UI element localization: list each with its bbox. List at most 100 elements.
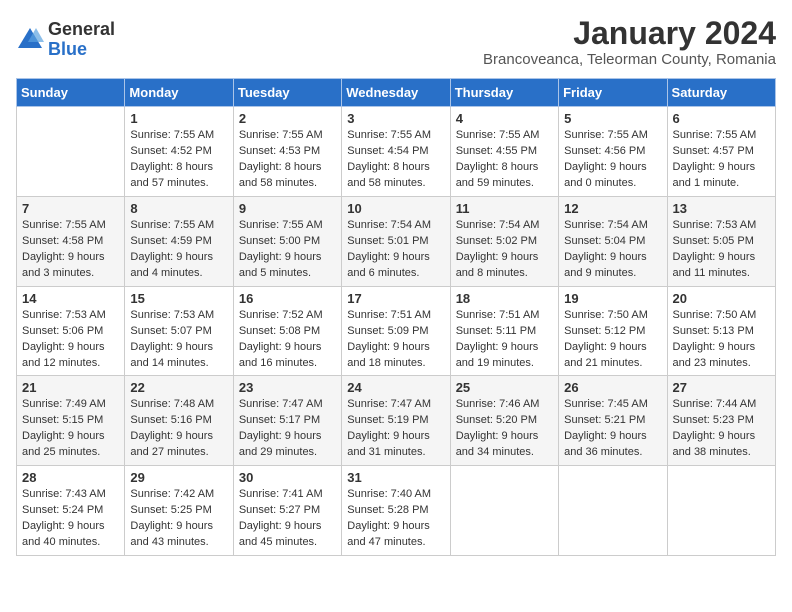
weekday-header-row: SundayMondayTuesdayWednesdayThursdayFrid… (17, 79, 776, 107)
page-header: General Blue January 2024 Brancoveanca, … (16, 16, 776, 68)
calendar-cell: 20Sunrise: 7:50 AM Sunset: 5:13 PM Dayli… (667, 286, 775, 376)
day-info: Sunrise: 7:44 AM Sunset: 5:23 PM Dayligh… (673, 397, 770, 461)
calendar-cell: 12 Sunrise: 7:54 AM Sunset: 5:04 PM Dayli… (559, 196, 667, 286)
calendar-cell: 10 Sunrise: 7:54 AM Sunset: 5:01 PM Dayli… (342, 196, 450, 286)
day-number: 14 (22, 291, 119, 306)
day-number: 21 (22, 380, 119, 395)
day-info: Sunrise: 7:51 AM Sunset: 5:09 PM Dayligh… (347, 308, 444, 372)
calendar-cell: 8 Sunrise: 7:55 AM Sunset: 4:59 PM Daylig… (125, 196, 233, 286)
day-number: 10 (347, 201, 444, 216)
day-info: Sunrise: 7:48 AM Sunset: 5:16 PM Dayligh… (130, 397, 227, 461)
calendar-cell (667, 466, 775, 556)
day-info: Sunrise: 7:55 AM Sunset: 4:52 PM Dayligh… (130, 128, 227, 192)
day-number: 27 (673, 380, 770, 395)
week-row-2: 7Sunrise: 7:55 AM Sunset: 4:58 PM Daylig… (17, 196, 776, 286)
calendar-cell: 28Sunrise: 7:43 AM Sunset: 5:24 PM Dayli… (17, 466, 125, 556)
day-number: 17 (347, 291, 444, 306)
calendar-cell: 25 Sunrise: 7:46 AM Sunset: 5:20 PM Dayli… (450, 376, 558, 466)
logo-blue-text: Blue (48, 40, 115, 60)
day-info: Sunrise: 7:41 AM Sunset: 5:27 PM Dayligh… (239, 487, 336, 551)
day-number: 30 (239, 470, 336, 485)
calendar-cell: 23 Sunrise: 7:47 AM Sunset: 5:17 PM Dayli… (233, 376, 341, 466)
weekday-header-tuesday: Tuesday (233, 79, 341, 107)
weekday-header-thursday: Thursday (450, 79, 558, 107)
day-info: Sunrise: 7:53 AM Sunset: 5:07 PM Dayligh… (130, 308, 227, 372)
calendar-cell: 2 Sunrise: 7:55 AM Sunset: 4:53 PM Daylig… (233, 107, 341, 197)
day-info: Sunrise: 7:54 AM Sunset: 5:02 PM Dayligh… (456, 218, 553, 282)
calendar-cell: 31Sunrise: 7:40 AM Sunset: 5:28 PM Dayli… (342, 466, 450, 556)
calendar-cell: 9 Sunrise: 7:55 AM Sunset: 5:00 PM Daylig… (233, 196, 341, 286)
day-number: 16 (239, 291, 336, 306)
day-number: 2 (239, 111, 336, 126)
day-info: Sunrise: 7:47 AM Sunset: 5:17 PM Dayligh… (239, 397, 336, 461)
calendar-cell: 26 Sunrise: 7:45 AM Sunset: 5:21 PM Dayli… (559, 376, 667, 466)
calendar-cell: 15 Sunrise: 7:53 AM Sunset: 5:07 PM Dayli… (125, 286, 233, 376)
day-number: 26 (564, 380, 661, 395)
calendar-cell: 18Sunrise: 7:51 AM Sunset: 5:11 PM Dayli… (450, 286, 558, 376)
calendar-cell: 29Sunrise: 7:42 AM Sunset: 5:25 PM Dayli… (125, 466, 233, 556)
calendar-cell: 5Sunrise: 7:55 AM Sunset: 4:56 PM Daylig… (559, 107, 667, 197)
day-info: Sunrise: 7:55 AM Sunset: 4:59 PM Dayligh… (130, 218, 227, 282)
calendar-cell: 17 Sunrise: 7:51 AM Sunset: 5:09 PM Dayli… (342, 286, 450, 376)
calendar-cell: 14 Sunrise: 7:53 AM Sunset: 5:06 PM Dayli… (17, 286, 125, 376)
day-number: 7 (22, 201, 119, 216)
day-info: Sunrise: 7:45 AM Sunset: 5:21 PM Dayligh… (564, 397, 661, 461)
day-number: 3 (347, 111, 444, 126)
day-info: Sunrise: 7:54 AM Sunset: 5:04 PM Dayligh… (564, 218, 661, 282)
calendar-cell: 16Sunrise: 7:52 AM Sunset: 5:08 PM Dayli… (233, 286, 341, 376)
week-row-1: 1Sunrise: 7:55 AM Sunset: 4:52 PM Daylig… (17, 107, 776, 197)
calendar-cell: 22Sunrise: 7:48 AM Sunset: 5:16 PM Dayli… (125, 376, 233, 466)
day-info: Sunrise: 7:53 AM Sunset: 5:05 PM Dayligh… (673, 218, 770, 282)
day-number: 12 (564, 201, 661, 216)
month-title: January 2024 (483, 16, 776, 51)
day-number: 15 (130, 291, 227, 306)
weekday-header-monday: Monday (125, 79, 233, 107)
calendar-cell: 19 Sunrise: 7:50 AM Sunset: 5:12 PM Dayli… (559, 286, 667, 376)
day-info: Sunrise: 7:53 AM Sunset: 5:06 PM Dayligh… (22, 308, 119, 372)
calendar-cell: 11Sunrise: 7:54 AM Sunset: 5:02 PM Dayli… (450, 196, 558, 286)
week-row-5: 28Sunrise: 7:43 AM Sunset: 5:24 PM Dayli… (17, 466, 776, 556)
day-info: Sunrise: 7:46 AM Sunset: 5:20 PM Dayligh… (456, 397, 553, 461)
weekday-header-friday: Friday (559, 79, 667, 107)
calendar-cell: 4 Sunrise: 7:55 AM Sunset: 4:55 PM Daylig… (450, 107, 558, 197)
day-number: 24 (347, 380, 444, 395)
title-block: January 2024 Brancoveanca, Teleorman Cou… (483, 16, 776, 68)
day-number: 9 (239, 201, 336, 216)
day-info: Sunrise: 7:55 AM Sunset: 4:57 PM Dayligh… (673, 128, 770, 192)
day-number: 20 (673, 291, 770, 306)
day-number: 28 (22, 470, 119, 485)
calendar-cell (17, 107, 125, 197)
weekday-header-saturday: Saturday (667, 79, 775, 107)
location-subtitle: Brancoveanca, Teleorman County, Romania (483, 51, 776, 68)
week-row-3: 14 Sunrise: 7:53 AM Sunset: 5:06 PM Dayli… (17, 286, 776, 376)
day-number: 31 (347, 470, 444, 485)
day-number: 23 (239, 380, 336, 395)
calendar-cell: 6 Sunrise: 7:55 AM Sunset: 4:57 PM Daylig… (667, 107, 775, 197)
day-info: Sunrise: 7:50 AM Sunset: 5:12 PM Dayligh… (564, 308, 661, 372)
day-info: Sunrise: 7:55 AM Sunset: 5:00 PM Dayligh… (239, 218, 336, 282)
day-info: Sunrise: 7:55 AM Sunset: 4:53 PM Dayligh… (239, 128, 336, 192)
weekday-header-wednesday: Wednesday (342, 79, 450, 107)
day-number: 25 (456, 380, 553, 395)
day-info: Sunrise: 7:54 AM Sunset: 5:01 PM Dayligh… (347, 218, 444, 282)
calendar-cell: 7Sunrise: 7:55 AM Sunset: 4:58 PM Daylig… (17, 196, 125, 286)
calendar-cell: 21 Sunrise: 7:49 AM Sunset: 5:15 PM Dayli… (17, 376, 125, 466)
calendar-cell: 24Sunrise: 7:47 AM Sunset: 5:19 PM Dayli… (342, 376, 450, 466)
day-info: Sunrise: 7:55 AM Sunset: 4:55 PM Dayligh… (456, 128, 553, 192)
day-number: 4 (456, 111, 553, 126)
day-info: Sunrise: 7:55 AM Sunset: 4:54 PM Dayligh… (347, 128, 444, 192)
calendar-cell: 3 Sunrise: 7:55 AM Sunset: 4:54 PM Daylig… (342, 107, 450, 197)
day-number: 18 (456, 291, 553, 306)
calendar-cell (559, 466, 667, 556)
day-number: 6 (673, 111, 770, 126)
logo-icon (16, 26, 44, 54)
day-number: 8 (130, 201, 227, 216)
day-number: 19 (564, 291, 661, 306)
calendar-cell: 13 Sunrise: 7:53 AM Sunset: 5:05 PM Dayli… (667, 196, 775, 286)
day-info: Sunrise: 7:42 AM Sunset: 5:25 PM Dayligh… (130, 487, 227, 551)
day-info: Sunrise: 7:49 AM Sunset: 5:15 PM Dayligh… (22, 397, 119, 461)
calendar-table: SundayMondayTuesdayWednesdayThursdayFrid… (16, 78, 776, 556)
day-number: 13 (673, 201, 770, 216)
logo: General Blue (16, 20, 115, 60)
logo-general-text: General (48, 20, 115, 40)
